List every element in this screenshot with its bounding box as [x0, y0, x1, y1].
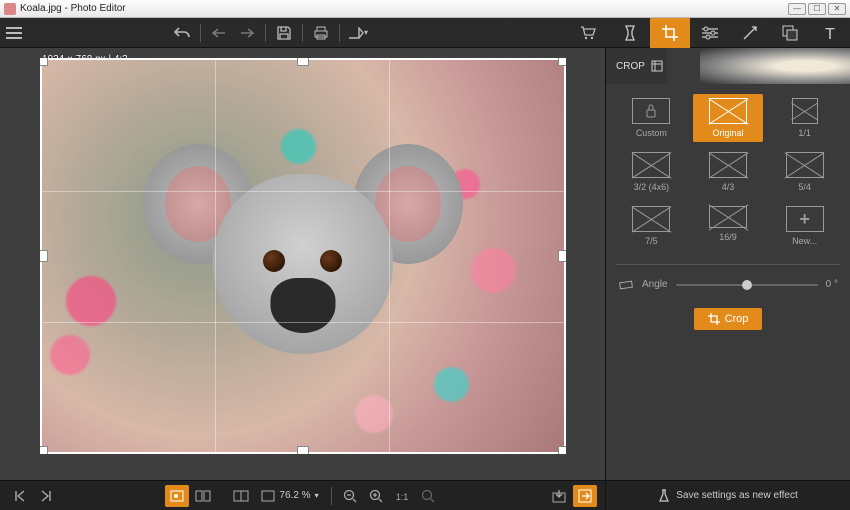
zoom-100-icon[interactable]: 1:1 [390, 485, 414, 507]
crop-frame[interactable] [40, 58, 566, 454]
forward-icon[interactable] [233, 19, 261, 47]
svg-text:T: T [825, 26, 835, 41]
top-toolbar: ▾ T [0, 18, 850, 48]
export-image-icon[interactable] [573, 485, 597, 507]
crop-panel: CROP Custom Original 1/1 3/2 (4x6) [605, 48, 850, 510]
image-canvas[interactable] [40, 58, 566, 454]
save-icon[interactable] [270, 19, 298, 47]
angle-label: Angle [642, 279, 668, 290]
crop-handle-l[interactable] [40, 250, 48, 262]
close-button[interactable]: ✕ [828, 3, 846, 15]
panel-header: CROP [606, 48, 850, 84]
mode-retouch-icon[interactable] [730, 18, 770, 48]
mode-effects-icon[interactable] [610, 18, 650, 48]
save-effect-button[interactable]: Save settings as new effect [606, 480, 850, 510]
cart-icon[interactable] [574, 19, 602, 47]
crop-handle-t[interactable] [297, 58, 309, 66]
mode-text-icon[interactable]: T [810, 18, 850, 48]
crop-handle-br[interactable] [558, 446, 566, 454]
zoom-fit-icon[interactable] [416, 485, 440, 507]
ratio-custom[interactable]: Custom [616, 94, 687, 142]
zoom-display[interactable]: 76.2 % ▾ [255, 490, 324, 502]
ratio-3-2[interactable]: 3/2 (4x6) [616, 148, 687, 196]
angle-value: 0 ° [826, 279, 838, 290]
zoom-in-icon[interactable] [364, 485, 388, 507]
prev-icon[interactable] [8, 485, 32, 507]
ratio-16-9[interactable]: 16/9 [693, 202, 764, 250]
ratio-1-1[interactable]: 1/1 [769, 94, 840, 142]
bottom-toolbar: 76.2 % ▾ 1:1 [0, 480, 605, 510]
zoom-out-icon[interactable] [338, 485, 362, 507]
crop-handle-tr[interactable] [558, 58, 566, 66]
ratio-original[interactable]: Original [693, 94, 764, 142]
window-title: Koala.jpg - Photo Editor [20, 3, 126, 14]
export-icon[interactable]: ▾ [344, 19, 372, 47]
menu-icon[interactable] [0, 19, 28, 47]
crop-button[interactable]: Crop [694, 308, 763, 330]
app-icon [4, 3, 16, 15]
panel-title: CROP [616, 61, 645, 72]
crop-handle-r[interactable] [558, 250, 566, 262]
next-icon[interactable] [34, 485, 58, 507]
titlebar: Koala.jpg - Photo Editor — ☐ ✕ [0, 0, 850, 18]
svg-text:1:1: 1:1 [395, 492, 408, 502]
crop-handle-b[interactable] [297, 446, 309, 454]
back-icon[interactable] [205, 19, 233, 47]
crop-handle-tl[interactable] [40, 58, 48, 66]
ratio-4-3[interactable]: 4/3 [693, 148, 764, 196]
crop-icon [708, 313, 720, 325]
canvas-area: 1024 × 768 px | 4:3 [0, 48, 605, 510]
zoom-value: 76.2 % [279, 490, 310, 501]
print-icon[interactable] [307, 19, 335, 47]
crop-handle-bl[interactable] [40, 446, 48, 454]
undo-icon[interactable] [168, 19, 196, 47]
view-single-icon[interactable] [165, 485, 189, 507]
mode-layers-icon[interactable] [770, 18, 810, 48]
angle-icon [618, 280, 634, 290]
maximize-button[interactable]: ☐ [808, 3, 826, 15]
mode-adjust-icon[interactable] [690, 18, 730, 48]
ratio-7-5[interactable]: 7/5 [616, 202, 687, 250]
flask-icon [658, 489, 670, 503]
angle-slider[interactable] [676, 284, 818, 286]
view-split-icon[interactable] [191, 485, 215, 507]
minimize-button[interactable]: — [788, 3, 806, 15]
ratio-5-4[interactable]: 5/4 [769, 148, 840, 196]
mode-crop-icon[interactable] [650, 18, 690, 48]
import-icon[interactable] [547, 485, 571, 507]
ratio-new[interactable]: + New... [769, 202, 840, 250]
view-compare-icon[interactable] [229, 485, 253, 507]
